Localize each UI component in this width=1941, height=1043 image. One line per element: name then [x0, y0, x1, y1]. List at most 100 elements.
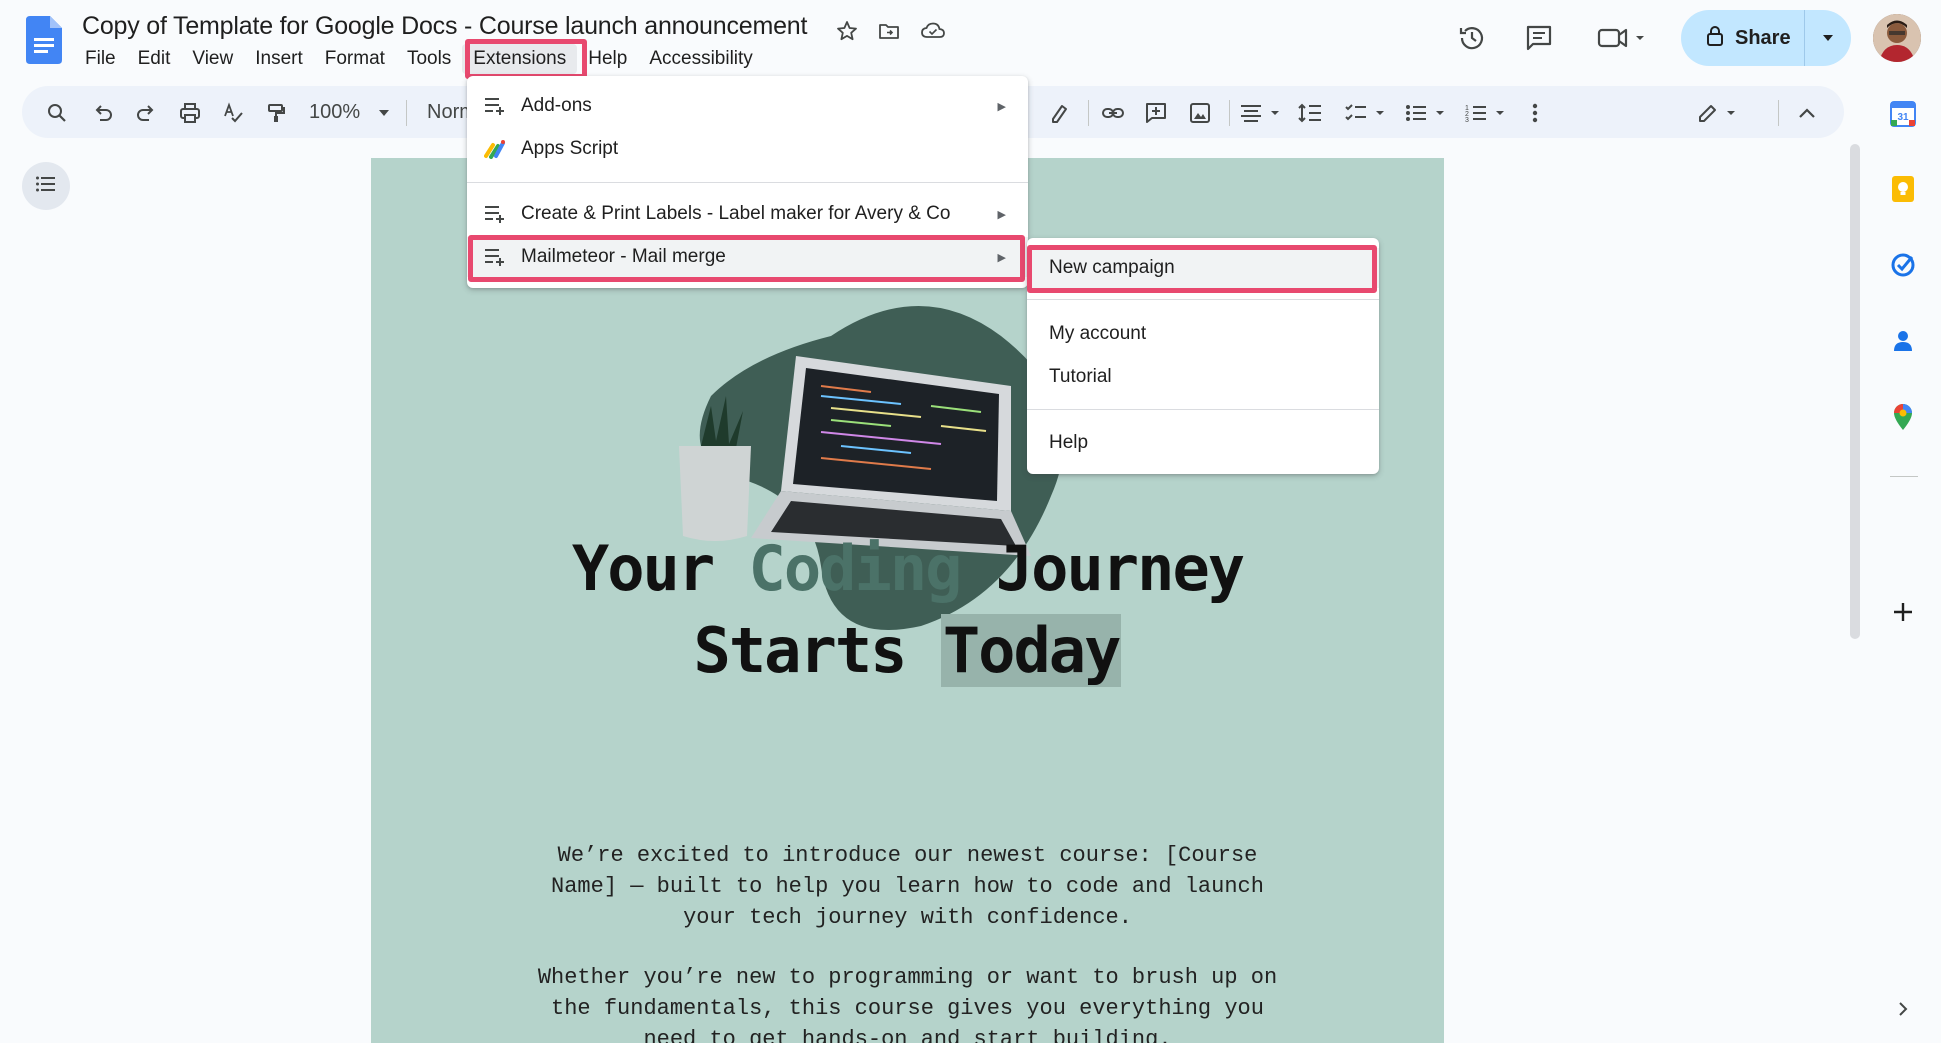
print-icon[interactable] — [175, 98, 205, 128]
document-outline-button[interactable] — [22, 162, 70, 210]
details-paragraph: Whether you’re new to programming or wan… — [371, 962, 1444, 1043]
addon-list-icon — [483, 245, 507, 269]
version-history-icon[interactable] — [1450, 16, 1494, 60]
menu-item-label: Mailmeteor - Mail merge — [521, 246, 726, 267]
undo-icon[interactable] — [88, 98, 118, 128]
submenu-arrow-icon: ▶ — [997, 208, 1006, 221]
menu-item-label: Tutorial — [1049, 366, 1112, 387]
apps-script-icon — [483, 137, 507, 161]
paragraph-line: Name] — built to help you learn how to c… — [551, 874, 1264, 899]
bullet-list-icon[interactable] — [1402, 98, 1450, 128]
collapse-icon[interactable] — [1792, 98, 1822, 128]
paragraph-line: We’re excited to introduce our newest co… — [557, 843, 1258, 868]
docs-logo-icon[interactable] — [26, 16, 62, 64]
share-dropdown-icon[interactable] — [1805, 33, 1851, 43]
checklist-icon[interactable] — [1342, 98, 1390, 128]
zoom-dropdown-icon[interactable] — [369, 98, 399, 128]
menu-help[interactable]: Help — [577, 44, 638, 74]
meet-icon[interactable] — [1594, 16, 1654, 60]
submenu-item-help[interactable]: Help — [1027, 423, 1379, 463]
toolbar-divider — [1088, 100, 1089, 126]
submenu-arrow-icon: ▶ — [997, 100, 1006, 113]
line-spacing-icon[interactable] — [1295, 98, 1325, 128]
expand-panel-icon[interactable] — [1886, 992, 1920, 1026]
calendar-icon[interactable]: 31 — [1886, 97, 1920, 131]
menu-item-label: Help — [1049, 432, 1089, 453]
tasks-icon[interactable] — [1886, 248, 1920, 282]
add-icon[interactable] — [1886, 595, 1920, 629]
share-label: Share — [1735, 26, 1791, 49]
headline-selected-text: Today — [940, 614, 1122, 687]
vertical-scrollbar[interactable] — [1850, 144, 1860, 639]
redo-icon[interactable] — [131, 98, 161, 128]
extensions-menu: Add-ons ▶ Apps Script Create & Print Lab… — [467, 76, 1028, 288]
lock-icon — [1705, 25, 1725, 52]
menu-tools[interactable]: Tools — [396, 44, 462, 74]
align-icon[interactable] — [1237, 98, 1285, 128]
headline-line-2: Starts Today — [371, 614, 1444, 687]
avatar[interactable] — [1873, 14, 1921, 62]
headline-text: Starts — [693, 614, 941, 687]
toolbar-divider — [1229, 100, 1230, 126]
menu-item-label: Add-ons — [521, 95, 592, 116]
paragraph-line: need to get hands-on and start building. — [643, 1027, 1172, 1043]
search-icon[interactable] — [42, 98, 72, 128]
menu-item-label: Create & Print Labels - Label maker for … — [521, 203, 951, 224]
menu-item-label: My account — [1049, 323, 1147, 344]
menu-divider — [1027, 299, 1379, 300]
menu-format[interactable]: Format — [314, 44, 396, 74]
cloud-status-icon[interactable] — [918, 16, 948, 46]
keep-icon[interactable] — [1886, 172, 1920, 206]
menu-accessibility[interactable]: Accessibility — [638, 44, 763, 74]
menu-view[interactable]: View — [181, 44, 244, 74]
toolbar-divider — [1778, 100, 1779, 126]
submenu-item-tutorial[interactable]: Tutorial — [1027, 357, 1379, 397]
menu-item-mailmeteor[interactable]: Mailmeteor - Mail merge ▶ — [467, 237, 1028, 277]
numbered-list-icon[interactable]: 123 — [1462, 98, 1510, 128]
maps-icon[interactable] — [1886, 400, 1920, 434]
paragraph-line: your tech journey with confidence. — [683, 905, 1132, 930]
menu-item-apps-script[interactable]: Apps Script — [467, 129, 1028, 169]
menu-item-label: New campaign — [1049, 257, 1175, 278]
headline-text: Your — [571, 532, 749, 605]
menu-item-create-print-labels[interactable]: Create & Print Labels - Label maker for … — [467, 194, 1028, 234]
intro-paragraph: We’re excited to introduce our newest co… — [371, 840, 1444, 933]
document-title[interactable]: Copy of Template for Google Docs - Cours… — [82, 12, 807, 41]
side-panel-divider — [1890, 476, 1918, 477]
paragraph-line: the fundamentals, this course gives you … — [551, 996, 1264, 1021]
paragraph-line: Whether you’re new to programming or wan… — [537, 965, 1278, 990]
highlight-icon[interactable] — [1044, 98, 1074, 128]
move-folder-icon[interactable] — [874, 16, 904, 46]
menu-insert[interactable]: Insert — [244, 44, 314, 74]
editing-mode-icon[interactable] — [1695, 98, 1743, 128]
spellcheck-icon[interactable] — [218, 98, 248, 128]
mailmeteor-submenu: New campaign My account Tutorial Help — [1027, 238, 1379, 474]
outline-list-icon — [35, 175, 57, 198]
menu-bar: File Edit View Insert Format Tools Exten… — [74, 44, 764, 74]
addons-icon — [483, 94, 507, 118]
image-icon[interactable] — [1185, 98, 1215, 128]
addon-list-icon — [483, 202, 507, 226]
comments-icon[interactable] — [1517, 16, 1561, 60]
add-comment-icon[interactable] — [1141, 98, 1171, 128]
paint-format-icon[interactable] — [261, 98, 291, 128]
menu-file[interactable]: File — [74, 44, 127, 74]
svg-text:3: 3 — [1465, 117, 1469, 124]
menu-extensions[interactable]: Extensions — [462, 44, 578, 74]
link-icon[interactable] — [1098, 98, 1128, 128]
menu-edit[interactable]: Edit — [127, 44, 182, 74]
svg-text:31: 31 — [1897, 112, 1909, 123]
zoom-select[interactable]: 100% — [309, 101, 360, 124]
more-icon[interactable] — [1520, 98, 1550, 128]
share-button[interactable]: Share — [1681, 10, 1851, 66]
submenu-item-new-campaign[interactable]: New campaign — [1027, 248, 1379, 288]
star-icon[interactable] — [832, 16, 862, 46]
submenu-item-my-account[interactable]: My account — [1027, 314, 1379, 354]
menu-divider — [1027, 409, 1379, 410]
menu-item-label: Apps Script — [521, 138, 619, 159]
menu-item-add-ons[interactable]: Add-ons ▶ — [467, 86, 1028, 126]
headline-accent-text: Coding — [748, 532, 963, 605]
headline-line-1: Your Coding Journey — [371, 532, 1444, 605]
contacts-icon[interactable] — [1886, 324, 1920, 358]
toolbar-divider — [406, 100, 407, 126]
